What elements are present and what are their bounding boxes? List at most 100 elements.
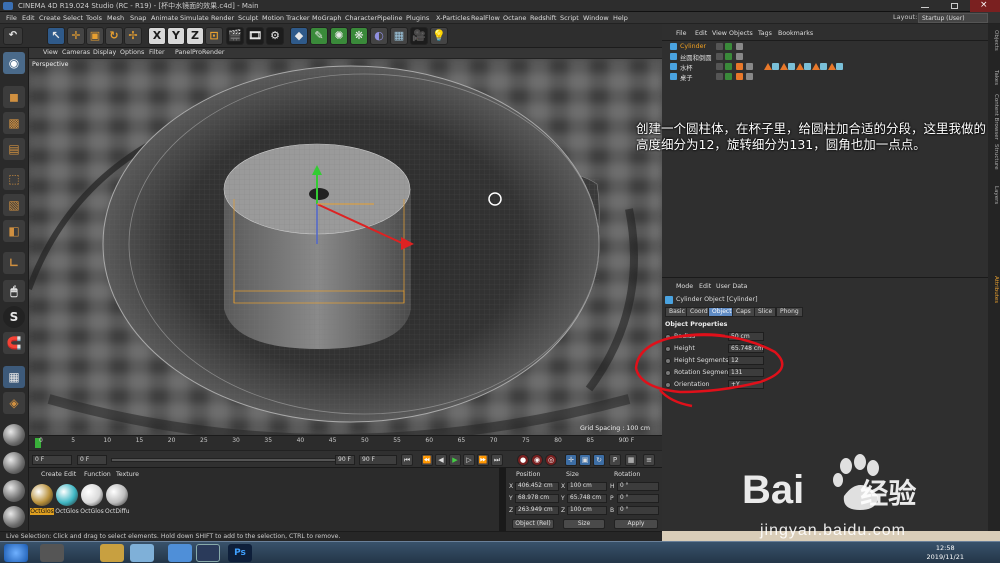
render-view-icon[interactable]: 🎬 bbox=[226, 27, 244, 45]
menu-tools[interactable]: Tools bbox=[86, 14, 102, 22]
attribute-menu-edit[interactable]: Edit bbox=[699, 283, 711, 290]
size-field[interactable]: 100 cm bbox=[567, 506, 607, 515]
taskbar-browser-icon[interactable] bbox=[168, 544, 192, 562]
attribute-menu-user-data[interactable]: User Data bbox=[716, 283, 747, 290]
visibility-toggle-icon[interactable] bbox=[716, 53, 723, 60]
camera-icon[interactable]: 🎥 bbox=[410, 27, 428, 45]
taskbar-folder-icon[interactable] bbox=[100, 544, 124, 562]
points-mode-icon[interactable]: ⬚ bbox=[3, 168, 25, 190]
move-icon[interactable]: ✛ bbox=[67, 27, 85, 45]
taskbar-cinema4d-icon[interactable] bbox=[196, 544, 220, 562]
viewport-menu-panel[interactable]: Panel bbox=[175, 49, 192, 56]
material-swatch[interactable] bbox=[81, 484, 103, 506]
octane-tag-icon[interactable] bbox=[780, 63, 788, 70]
object-row[interactable]: 丝圆和倒圆 bbox=[666, 52, 988, 62]
current-frame-field[interactable]: 0 F bbox=[32, 455, 72, 465]
size-field[interactable]: 100 cm bbox=[567, 482, 607, 491]
render-picture-viewer-icon[interactable]: 🎞 bbox=[246, 27, 264, 45]
visibility-toggle-icon[interactable] bbox=[716, 73, 723, 80]
render-settings-icon[interactable]: ⚙ bbox=[266, 27, 284, 45]
viewport-menu-prorender[interactable]: ProRender bbox=[192, 49, 224, 56]
object-name[interactable]: 桌子 bbox=[680, 73, 693, 82]
key-parameter-icon[interactable]: P bbox=[609, 454, 621, 466]
menu-redshift[interactable]: Redshift bbox=[530, 14, 556, 22]
next-key-icon[interactable]: ⏩ bbox=[477, 454, 489, 466]
menu-edit[interactable]: Edit bbox=[22, 14, 35, 22]
phong-tag-icon[interactable] bbox=[746, 73, 753, 80]
side-tab-objects[interactable]: Objects bbox=[989, 30, 999, 51]
recent-tools-icon[interactable]: ✢ bbox=[124, 27, 142, 45]
visibility-toggle-icon[interactable] bbox=[716, 63, 723, 70]
side-tab-takes[interactable]: Takes bbox=[989, 70, 999, 85]
minimize-button[interactable] bbox=[910, 0, 940, 12]
object-name[interactable]: Cylinder bbox=[680, 43, 706, 50]
rotation-field[interactable]: 0 ° bbox=[617, 494, 659, 503]
timeline-ruler[interactable]: 0 5 10 15 20 25 30 35 40 45 50 55 60 65 70 75 80 85 90 0 F bbox=[29, 435, 662, 450]
material-swatch[interactable] bbox=[31, 484, 53, 506]
undo-button[interactable]: ↶ bbox=[3, 27, 23, 45]
viewport-menu-display[interactable]: Display bbox=[93, 49, 116, 56]
workplane-grid-icon[interactable]: ▦ bbox=[3, 366, 25, 388]
polygons-mode-icon[interactable]: ◧ bbox=[3, 220, 25, 242]
next-frame-icon[interactable]: ▷ bbox=[463, 454, 475, 466]
menu-pipeline[interactable]: Pipeline bbox=[377, 14, 402, 22]
viewport-menu-options[interactable]: Options bbox=[120, 49, 144, 56]
object-name[interactable]: 丝圆和倒圆 bbox=[680, 53, 711, 62]
prev-frame-icon[interactable]: ◀ bbox=[435, 454, 447, 466]
perspective-viewport[interactable]: Perspective Grid Spacing : 100 cm bbox=[29, 59, 662, 435]
position-field[interactable]: 406.452 cm bbox=[515, 482, 559, 491]
taskbar-explorer-icon[interactable] bbox=[40, 544, 64, 562]
octane-material-icon[interactable] bbox=[804, 63, 811, 70]
menu-snap[interactable]: Snap bbox=[130, 14, 146, 22]
menu-script[interactable]: Script bbox=[560, 14, 579, 22]
octane-tag-icon[interactable] bbox=[812, 63, 820, 70]
key-position-icon[interactable]: ✛ bbox=[565, 454, 577, 466]
size-field[interactable]: 65.748 cm bbox=[567, 494, 607, 503]
rotation-field[interactable]: 0 ° bbox=[617, 506, 659, 515]
layout-select[interactable]: Startup (User) bbox=[918, 13, 988, 23]
octane-tag-icon[interactable] bbox=[764, 63, 772, 70]
start-icon[interactable] bbox=[4, 544, 28, 562]
enable-check-icon[interactable] bbox=[725, 63, 732, 70]
autokey-icon[interactable]: ◉ bbox=[531, 454, 543, 466]
material-menu-texture[interactable]: Texture bbox=[116, 471, 139, 478]
material-swatch[interactable] bbox=[56, 484, 78, 506]
snap-icon[interactable]: S bbox=[3, 306, 25, 328]
texture-mode-icon[interactable]: ▩ bbox=[3, 112, 25, 134]
scale-icon[interactable]: ▣ bbox=[86, 27, 104, 45]
min-frame-field[interactable]: 0 F bbox=[77, 455, 107, 465]
deformer-icon[interactable]: ◐ bbox=[370, 27, 388, 45]
object-menu-bookmarks[interactable]: Bookmarks bbox=[778, 30, 813, 37]
octane-material-icon[interactable] bbox=[820, 63, 827, 70]
object-menu-tags[interactable]: Tags bbox=[758, 30, 772, 37]
menu-select[interactable]: Select bbox=[63, 14, 83, 22]
octane-material-icon[interactable] bbox=[836, 63, 843, 70]
cloner-icon[interactable]: ❋ bbox=[350, 27, 368, 45]
rotate-icon[interactable]: ↻ bbox=[105, 27, 123, 45]
axis-mode-icon[interactable]: ∟ bbox=[3, 252, 25, 274]
menu-sculpt[interactable]: Sculpt bbox=[238, 14, 258, 22]
material-menu-function[interactable]: Function bbox=[84, 471, 111, 478]
live-selection-icon[interactable]: ↖ bbox=[47, 27, 65, 45]
menu-create[interactable]: Create bbox=[39, 14, 61, 22]
coord-size-select[interactable]: Size bbox=[563, 519, 605, 529]
position-field[interactable]: 68.978 cm bbox=[515, 494, 559, 503]
sky-ball-icon[interactable] bbox=[3, 506, 25, 528]
object-menu-file[interactable]: File bbox=[676, 30, 687, 37]
material-menu-create[interactable]: Create bbox=[41, 471, 62, 478]
floor-icon[interactable]: ▦ bbox=[390, 27, 408, 45]
enable-check-icon[interactable] bbox=[725, 53, 732, 60]
attribute-menu-mode[interactable]: Mode bbox=[676, 283, 693, 290]
apply-button[interactable]: Apply bbox=[614, 519, 658, 529]
object-name[interactable]: 水杯 bbox=[680, 63, 693, 72]
coordinate-system-icon[interactable]: ⊡ bbox=[205, 27, 223, 45]
tab-phong[interactable]: Phong bbox=[776, 307, 803, 317]
menu-file[interactable]: File bbox=[6, 14, 17, 22]
menu-octane[interactable]: Octane bbox=[503, 14, 526, 22]
enable-check-icon[interactable] bbox=[725, 73, 732, 80]
material-name[interactable]: OctGlos bbox=[80, 508, 104, 515]
menu-mesh[interactable]: Mesh bbox=[107, 14, 124, 22]
keyframe-selection-icon[interactable]: ◎ bbox=[545, 454, 557, 466]
key-scale-icon[interactable]: ▣ bbox=[579, 454, 591, 466]
position-field[interactable]: 263.949 cm bbox=[515, 506, 559, 515]
